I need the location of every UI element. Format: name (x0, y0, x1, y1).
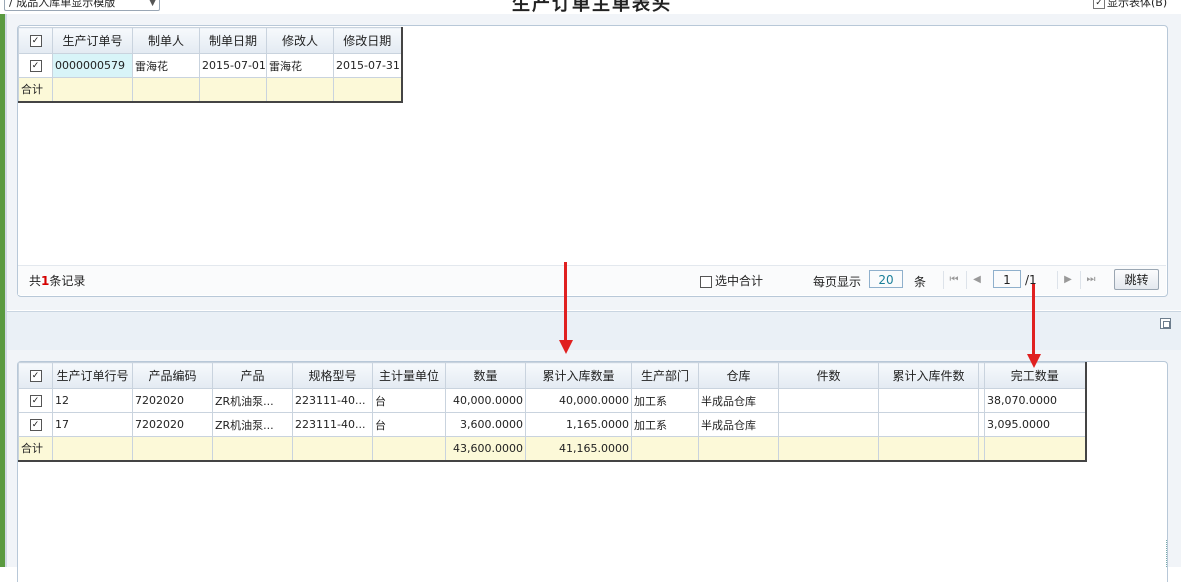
pieces-cell[interactable] (778, 412, 879, 437)
column-header[interactable]: 修改日期 (333, 27, 402, 54)
order-header-table: ✓ 生产订单号 制单人 制单日期 修改人 修改日期 ✓ 0000000579 雷… (18, 27, 403, 103)
record-count: 共1条记录 (29, 274, 86, 288)
annotation-arrow-icon (559, 340, 573, 354)
checkbox-checked-icon: ✓ (29, 370, 42, 382)
column-header[interactable]: 修改人 (266, 27, 334, 54)
last-page-icon[interactable]: ⏭ (1080, 271, 1101, 289)
column-header[interactable]: 主计量单位 (372, 362, 446, 389)
cum-in-pieces-cell[interactable] (878, 412, 979, 437)
total-label: 合计 (18, 77, 53, 102)
top-bar: / 成品入库单显示模版 ▼ 生产订单主单表头 ✓ 显示表体(B) (0, 0, 1181, 14)
unit-cell[interactable]: 台 (372, 412, 446, 437)
pieces-cell[interactable] (778, 388, 879, 413)
page-title: 生产订单主单表头 (512, 0, 672, 14)
annotation-arrow-icon (1027, 354, 1041, 368)
splitter-band[interactable] (7, 311, 1181, 351)
warehouse-cell[interactable]: 半成品仓库 (698, 388, 779, 413)
line-no-cell[interactable]: 17 (52, 412, 133, 437)
unit-cell[interactable]: 台 (372, 388, 446, 413)
template-select[interactable]: / 成品入库单显示模版 ▼ (4, 0, 160, 11)
column-header[interactable]: 生产订单行号 (52, 362, 133, 389)
cum-in-qty-cell[interactable]: 1,165.0000 (525, 412, 632, 437)
dept-cell[interactable]: 加工系 (631, 388, 699, 413)
selected-total-toggle[interactable]: 选中合计 (700, 272, 763, 289)
make-date-cell[interactable]: 2015-07-01 (199, 53, 267, 78)
table-row[interactable]: ✓ 17 7202020 ZR机油泵... 223111-40... 台 3,6… (18, 412, 1086, 437)
template-select-value: / 成品入库单显示模版 (9, 0, 116, 9)
column-header[interactable]: 生产订单号 (52, 27, 133, 54)
dept-cell[interactable]: 加工系 (631, 412, 699, 437)
cum-in-qty-cell[interactable]: 40,000.0000 (525, 388, 632, 413)
per-page-label: 每页显示 (813, 275, 862, 289)
column-header[interactable]: 仓库 (698, 362, 779, 389)
per-page-unit: 条 (914, 275, 927, 289)
checkbox-checked-icon: ✓ (29, 35, 42, 47)
column-header[interactable]: 数量 (445, 362, 526, 389)
scroll-edge-marker (1166, 540, 1168, 567)
column-header[interactable]: 制单人 (132, 27, 200, 54)
column-header[interactable]: 产品 (212, 362, 293, 389)
table-row[interactable]: ✓ 12 7202020 ZR机油泵... 223111-40... 台 40,… (18, 388, 1086, 413)
chevron-down-icon: ▼ (149, 0, 156, 8)
column-header[interactable]: 件数 (778, 362, 879, 389)
column-header[interactable]: 制单日期 (199, 27, 267, 54)
order-no-cell[interactable]: 0000000579 (52, 53, 133, 78)
maker-cell[interactable]: 雷海花 (132, 53, 200, 78)
spec-cell[interactable]: 223111-40... (292, 412, 373, 437)
next-page-icon[interactable]: ▶ (1057, 271, 1078, 289)
column-header[interactable]: 生产部门 (631, 362, 699, 389)
select-all-checkbox[interactable]: ✓ (18, 362, 53, 389)
total-row: 合计 43,600.0000 41,165.0000 (18, 436, 1086, 461)
checkbox-icon[interactable] (700, 275, 712, 288)
table-row[interactable]: ✓ 0000000579 雷海花 2015-07-01 雷海花 2015-07-… (18, 53, 402, 78)
row-checkbox[interactable]: ✓ (18, 388, 53, 413)
page-number-input[interactable]: 1 (993, 270, 1021, 288)
jump-button[interactable]: 跳转 (1114, 269, 1159, 290)
checkbox-checked-icon: ✓ (29, 395, 42, 407)
spec-cell[interactable]: 223111-40... (292, 388, 373, 413)
checkbox-checked-icon[interactable]: ✓ (1093, 0, 1105, 9)
column-header[interactable]: 产品编码 (132, 362, 213, 389)
line-no-cell[interactable]: 12 (52, 388, 133, 413)
annotation-arrow-shaft (1032, 284, 1035, 356)
select-all-checkbox[interactable]: ✓ (18, 27, 53, 54)
column-header[interactable]: 规格型号 (292, 362, 373, 389)
finished-qty-cell[interactable]: 38,070.0000 (984, 388, 1086, 413)
show-body-toggle[interactable]: ✓ 显示表体(B) (1093, 0, 1167, 10)
total-qty: 43,600.0000 (445, 436, 526, 461)
row-checkbox[interactable]: ✓ (18, 412, 53, 437)
total-label: 合计 (18, 436, 53, 461)
code-cell[interactable]: 7202020 (132, 412, 213, 437)
total-cum-in-qty: 41,165.0000 (525, 436, 632, 461)
per-page-input[interactable]: 20 (869, 270, 903, 288)
annotation-arrow-shaft (564, 262, 567, 342)
prev-page-icon[interactable]: ◀ (966, 271, 987, 289)
finished-qty-cell[interactable]: 3,095.0000 (984, 412, 1086, 437)
show-body-label: 显示表体(B) (1107, 0, 1168, 9)
column-header[interactable]: 累计入库件数 (878, 362, 979, 389)
qty-cell[interactable]: 3,600.0000 (445, 412, 526, 437)
maximize-icon[interactable] (1160, 318, 1171, 329)
modify-date-cell[interactable]: 2015-07-31 (333, 53, 402, 78)
code-cell[interactable]: 7202020 (132, 388, 213, 413)
modifier-cell[interactable]: 雷海花 (266, 53, 334, 78)
first-page-icon[interactable]: ⏮ (943, 271, 964, 289)
product-cell[interactable]: ZR机油泵... (212, 388, 293, 413)
cum-in-pieces-cell[interactable] (878, 388, 979, 413)
order-lines-table: ✓ 生产订单行号 产品编码 产品 规格型号 主计量单位 数量 累计入库数量 生产… (18, 362, 1087, 462)
total-row: 合计 (18, 77, 402, 102)
product-cell[interactable]: ZR机油泵... (212, 412, 293, 437)
checkbox-checked-icon: ✓ (29, 419, 42, 431)
row-checkbox[interactable]: ✓ (18, 53, 53, 78)
qty-cell[interactable]: 40,000.0000 (445, 388, 526, 413)
checkbox-checked-icon: ✓ (29, 60, 42, 72)
warehouse-cell[interactable]: 半成品仓库 (698, 412, 779, 437)
column-header[interactable]: 累计入库数量 (525, 362, 632, 389)
